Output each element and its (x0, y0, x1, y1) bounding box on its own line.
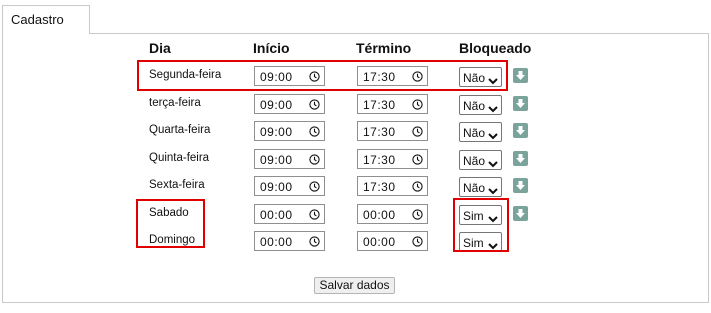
blocked-select[interactable]: Não (459, 122, 502, 142)
clock-icon[interactable] (412, 209, 423, 220)
start-time-value: 09:00 (260, 125, 293, 139)
start-time-input[interactable]: 09:00 (254, 121, 325, 141)
day-label: Sexta-feira (149, 179, 205, 191)
header-blocked: Bloqueado (459, 40, 532, 56)
start-time-input[interactable]: 09:00 (254, 149, 325, 169)
start-time-input[interactable]: 00:00 (254, 231, 325, 251)
blocked-select[interactable]: Não (459, 177, 502, 197)
chevron-down-icon (488, 129, 498, 140)
end-time-input[interactable]: 17:30 (357, 121, 428, 141)
tab-label: Cadastro (11, 12, 64, 27)
day-label: terça-feira (149, 97, 201, 109)
clock-icon[interactable] (309, 154, 320, 165)
blocked-select[interactable]: Não (459, 150, 502, 170)
save-button[interactable]: Salvar dados (314, 277, 395, 294)
clock-icon[interactable] (309, 99, 320, 110)
chevron-down-icon (488, 157, 498, 168)
end-time-value: 17:30 (363, 98, 396, 112)
end-time-value: 17:30 (363, 153, 396, 167)
clock-icon[interactable] (309, 209, 320, 220)
start-time-value: 09:00 (260, 98, 293, 112)
start-time-input[interactable]: 09:00 (254, 94, 325, 114)
start-time-value: 00:00 (260, 208, 293, 222)
blocked-select[interactable]: Não (459, 95, 502, 115)
end-time-input[interactable]: 17:30 (357, 176, 428, 196)
clock-icon[interactable] (412, 154, 423, 165)
header-day: Dia (149, 40, 171, 56)
download-arrow-icon[interactable] (513, 123, 528, 138)
download-arrow-icon[interactable] (513, 206, 528, 221)
chevron-down-icon (488, 184, 498, 195)
clock-icon[interactable] (412, 236, 423, 247)
blocked-value: Não (463, 99, 486, 113)
end-time-input[interactable]: 00:00 (357, 231, 428, 251)
highlight-box-segunda (137, 60, 508, 91)
start-time-value: 09:00 (260, 180, 293, 194)
clock-icon[interactable] (309, 126, 320, 137)
download-arrow-icon[interactable] (513, 151, 528, 166)
header-end: Término (356, 40, 412, 56)
blocked-value: Não (463, 154, 486, 168)
end-time-value: 00:00 (363, 235, 396, 249)
download-arrow-icon[interactable] (513, 68, 528, 83)
clock-icon[interactable] (412, 126, 423, 137)
end-time-input[interactable]: 00:00 (357, 204, 428, 224)
day-label: Quarta-feira (149, 124, 211, 136)
highlight-box-weekend-days (136, 199, 205, 248)
day-label: Quinta-feira (149, 152, 210, 164)
header-start: Início (253, 40, 290, 56)
clock-icon[interactable] (309, 236, 320, 247)
chevron-down-icon (488, 102, 498, 113)
start-time-value: 09:00 (260, 153, 293, 167)
highlight-box-weekend-blocked (453, 198, 509, 252)
end-time-input[interactable]: 17:30 (357, 94, 428, 114)
end-time-value: 00:00 (363, 208, 396, 222)
clock-icon[interactable] (309, 181, 320, 192)
blocked-value: Não (463, 181, 486, 195)
clock-icon[interactable] (412, 181, 423, 192)
tab-cadastro[interactable]: Cadastro (2, 5, 90, 34)
start-time-input[interactable]: 00:00 (254, 204, 325, 224)
clock-icon[interactable] (412, 99, 423, 110)
end-time-value: 17:30 (363, 125, 396, 139)
blocked-value: Não (463, 126, 486, 140)
start-time-input[interactable]: 09:00 (254, 176, 325, 196)
end-time-input[interactable]: 17:30 (357, 149, 428, 169)
download-arrow-icon[interactable] (513, 96, 528, 111)
end-time-value: 17:30 (363, 180, 396, 194)
start-time-value: 00:00 (260, 235, 293, 249)
download-arrow-icon[interactable] (513, 178, 528, 193)
